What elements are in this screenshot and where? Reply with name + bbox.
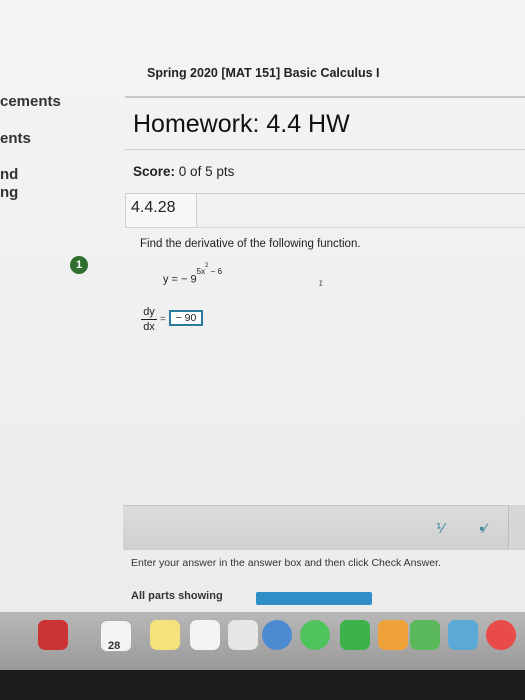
answer-input[interactable]: − 90 [169, 310, 203, 326]
parts-progress-bar [256, 592, 372, 605]
math-toolbar [123, 505, 525, 550]
text-cursor-icon: ɪ [319, 278, 323, 289]
derivative-denominator: dx [143, 321, 155, 333]
question-prompt: Find the derivative of the following fun… [140, 238, 361, 250]
photos-icon[interactable] [228, 620, 258, 650]
course-title: Spring 2020 [MAT 151] Basic Calculus I [147, 66, 380, 80]
score-readout: Score: 0 of 5 pts [133, 164, 234, 179]
mixed-number-tool-icon[interactable]: ▪⁄ [475, 520, 491, 536]
instruction-text: Enter your answer in the answer box and … [131, 557, 441, 569]
derivative-fraction: dy dx [141, 306, 157, 333]
reminders-icon[interactable] [190, 620, 220, 650]
equation-exponent: 5x2 − 6 [196, 263, 223, 276]
numbers-icon[interactable] [410, 620, 440, 650]
screen-bezel [0, 670, 525, 700]
derivative-numerator: dy [141, 306, 157, 320]
sidebar-item-3[interactable]: nd [0, 166, 18, 183]
messages-icon[interactable] [300, 620, 330, 650]
news-icon[interactable] [486, 620, 516, 650]
sidebar-item-announcements[interactable]: cements [0, 93, 61, 110]
calendar-date: 28 [108, 640, 121, 652]
divider [195, 227, 525, 228]
chrome-icon[interactable] [262, 620, 292, 650]
equation-lhs: y = − 9 [163, 273, 197, 286]
toolbar-more-button[interactable] [508, 505, 525, 549]
preview-icon[interactable] [448, 620, 478, 650]
fraction-tool-icon[interactable]: ⅟ [432, 520, 448, 536]
question-part-badge[interactable]: 1 [70, 256, 88, 274]
sidebar-item-assignments[interactable]: ents [0, 130, 31, 147]
notes-icon[interactable] [150, 620, 180, 650]
score-label: Score: [133, 164, 176, 179]
launchpad-icon[interactable] [38, 620, 68, 650]
sidebar-item-4[interactable]: ng [0, 184, 18, 201]
divider [125, 96, 525, 98]
parts-showing-label: All parts showing [131, 590, 223, 602]
function-equation: y = − 95x2 − 6 [163, 263, 223, 286]
score-value: 0 of 5 pts [178, 164, 235, 179]
equals-sign: = [160, 314, 166, 325]
question-number: 4.4.28 [131, 199, 176, 216]
facetime-icon[interactable] [340, 620, 370, 650]
pages-icon[interactable] [378, 620, 408, 650]
divider [125, 149, 525, 150]
page-title: Homework: 4.4 HW [133, 110, 350, 138]
